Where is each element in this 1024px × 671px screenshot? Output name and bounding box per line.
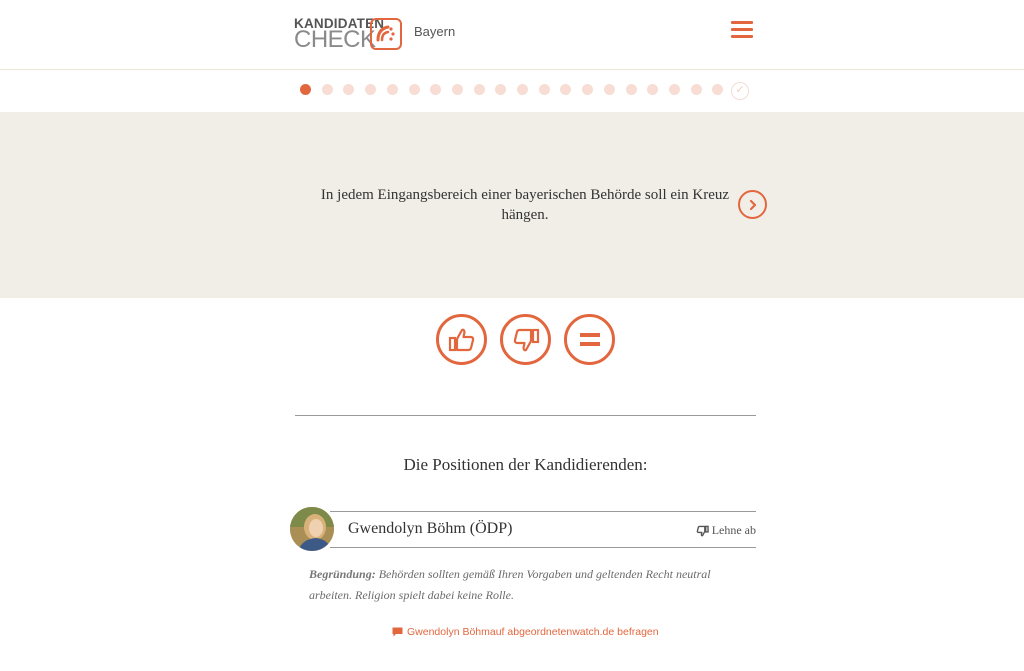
disagree-button[interactable] [500, 314, 551, 365]
divider-line [330, 511, 756, 512]
logo[interactable]: KANDIDATEN CHECK [294, 16, 406, 52]
ask-link-text: Gwendolyn Böhmauf abgeordnetenwatch.de b… [407, 626, 659, 638]
progress-step[interactable] [408, 84, 420, 95]
ask-candidate-link[interactable]: Gwendolyn Böhmauf abgeordnetenwatch.de b… [392, 626, 659, 638]
neutral-button[interactable] [564, 314, 615, 365]
progress-step[interactable] [300, 84, 311, 95]
section-divider [295, 415, 756, 416]
progress-step[interactable] [365, 84, 377, 95]
progress-step[interactable] [560, 84, 572, 95]
thumbs-down-icon [696, 525, 709, 537]
progress-step[interactable] [495, 84, 507, 95]
candidate-stance: Lehne ab [696, 523, 756, 538]
progress-step[interactable] [668, 84, 680, 95]
candidate-reason: Begründung: Behörden sollten gemäß Ihren… [309, 564, 739, 606]
region-label: Bayern [414, 24, 456, 39]
thumbs-down-icon [512, 327, 540, 353]
candidate-name: Gwendolyn Böhm (ÖDP) [348, 520, 513, 537]
header: KANDIDATEN CHECK Bayern [0, 0, 1024, 70]
progress-step[interactable] [538, 84, 550, 95]
logo-mark-icon [370, 18, 402, 50]
reason-label: Begründung: [309, 567, 376, 581]
progress-step[interactable] [430, 84, 442, 95]
progress-step[interactable] [625, 84, 637, 95]
thumbs-up-icon [448, 327, 476, 353]
agree-button[interactable] [436, 314, 487, 365]
speech-bubble-icon [392, 627, 403, 637]
progress-step[interactable] [343, 84, 355, 95]
chevron-right-icon [747, 198, 759, 215]
avatar [290, 507, 334, 551]
question-text: In jedem Eingangsbereich einer bayerisch… [320, 187, 730, 223]
progress-step[interactable] [582, 84, 594, 95]
progress-step[interactable] [712, 84, 724, 95]
progress-step[interactable] [603, 84, 615, 95]
progress-step[interactable] [451, 84, 463, 95]
equals-icon [579, 332, 601, 348]
divider-line [330, 547, 756, 548]
candidate-row[interactable]: Gwendolyn Böhm (ÖDP) Lehne ab [290, 507, 756, 551]
question-band: In jedem Eingangsbereich einer bayerisch… [0, 112, 1024, 298]
progress-step[interactable] [517, 84, 528, 95]
progress-step[interactable] [473, 84, 485, 95]
next-question-button[interactable] [738, 190, 767, 219]
progress-step[interactable] [690, 84, 702, 95]
check-icon[interactable]: ✓ [731, 82, 749, 100]
logo-line2: CHECK [294, 26, 376, 53]
progress-step[interactable] [647, 84, 659, 95]
hamburger-menu-icon[interactable] [731, 21, 753, 39]
stance-label: Lehne ab [711, 523, 756, 537]
positions-title: Die Positionen der Kandidierenden: [403, 455, 648, 474]
progress-step[interactable] [321, 84, 333, 95]
progress-step[interactable] [386, 84, 398, 95]
